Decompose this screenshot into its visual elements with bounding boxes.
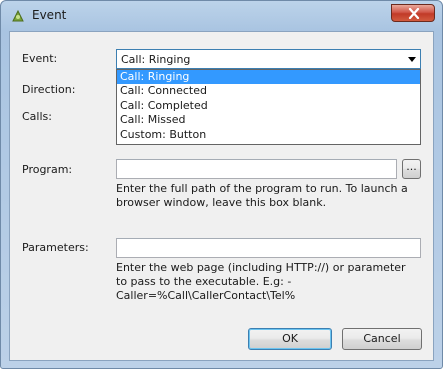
close-icon — [408, 8, 420, 19]
program-help-text: Enter the full path of the program to ru… — [116, 182, 408, 209]
title-bar[interactable]: Event — [1, 1, 442, 31]
program-label: Program: — [22, 163, 73, 176]
event-select[interactable]: Call: Ringing — [116, 49, 421, 69]
parameters-input[interactable] — [116, 238, 421, 258]
cancel-button[interactable]: Cancel — [342, 328, 422, 350]
event-select-value: Call: Ringing — [121, 53, 191, 66]
event-option-call-connected[interactable]: Call: Connected — [117, 84, 420, 98]
ok-button[interactable]: OK — [248, 328, 332, 350]
event-label: Event: — [22, 52, 58, 65]
parameters-label: Parameters: — [22, 241, 89, 254]
event-option-call-completed[interactable]: Call: Completed — [117, 99, 420, 113]
browse-button[interactable]: ... — [402, 159, 421, 179]
calls-label: Calls: — [22, 110, 52, 123]
event-dialog: Event Event: Direction: Calls: Call: Rin… — [0, 0, 443, 369]
direction-label: Direction: — [22, 83, 76, 96]
parameters-help-text: Enter the web page (including HTTP://) o… — [116, 261, 406, 302]
dialog-client-area: Event: Direction: Calls: Call: Ringing C… — [9, 31, 434, 361]
event-option-custom-button[interactable]: Custom: Button — [117, 128, 420, 142]
chevron-down-icon[interactable] — [408, 57, 416, 62]
event-option-call-ringing[interactable]: Call: Ringing — [117, 70, 420, 85]
window-title: Event — [32, 8, 67, 22]
event-option-call-missed[interactable]: Call: Missed — [117, 113, 420, 127]
close-button[interactable] — [391, 4, 435, 22]
app-icon — [11, 9, 25, 23]
event-dropdown-list: Call: Ringing Call: Connected Call: Comp… — [116, 69, 421, 145]
program-input[interactable] — [116, 159, 397, 179]
